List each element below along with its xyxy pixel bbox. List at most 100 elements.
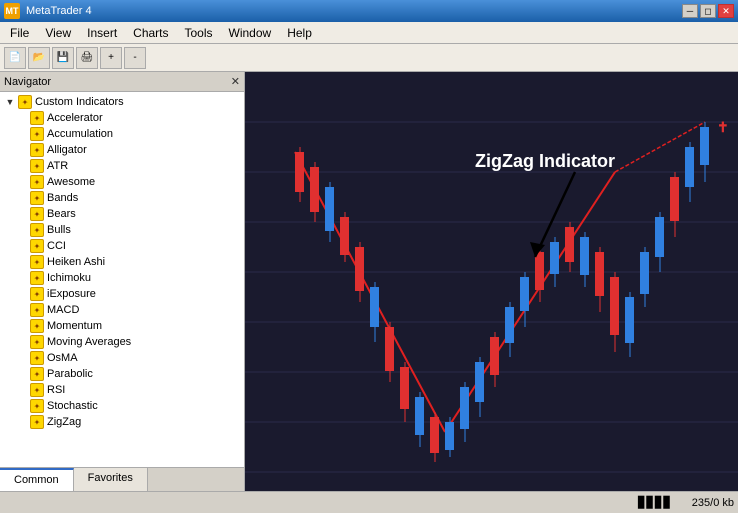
menu-view[interactable]: View xyxy=(37,24,79,42)
menu-bar: File View Insert Charts Tools Window Hel… xyxy=(0,22,738,44)
section-icon: ✦ xyxy=(18,95,32,109)
svg-text:ZigZag Indicator: ZigZag Indicator xyxy=(475,151,615,171)
item-icon: ✦ xyxy=(30,399,44,413)
expand-icon: ▼ xyxy=(4,96,16,108)
nav-item-heiken-ashi[interactable]: ✦ Heiken Ashi xyxy=(0,254,244,270)
custom-indicators-section[interactable]: ▼ ✦ Custom Indicators xyxy=(0,94,244,110)
navigator-tabs: Common Favorites xyxy=(0,467,244,491)
item-label: Stochastic xyxy=(47,400,98,412)
menu-insert[interactable]: Insert xyxy=(79,24,125,42)
toolbar-zoom-out[interactable]: - xyxy=(124,47,146,69)
nav-item-iexposure[interactable]: ✦ iExposure xyxy=(0,286,244,302)
nav-item-parabolic[interactable]: ✦ Parabolic xyxy=(0,366,244,382)
nav-item-cci[interactable]: ✦ CCI xyxy=(0,238,244,254)
nav-item-zigzag[interactable]: ✦ ZigZag xyxy=(0,414,244,430)
item-icon: ✦ xyxy=(30,255,44,269)
navigator-close-button[interactable]: ✕ xyxy=(231,75,240,88)
item-label: Bulls xyxy=(47,224,71,236)
item-label: OsMA xyxy=(47,352,78,364)
nav-item-bears[interactable]: ✦ Bears xyxy=(0,206,244,222)
item-label: Accumulation xyxy=(47,128,113,140)
close-button[interactable]: ✕ xyxy=(718,4,734,18)
app-icon: MT xyxy=(4,3,20,19)
item-icon: ✦ xyxy=(30,383,44,397)
item-icon: ✦ xyxy=(30,143,44,157)
navigator-header: Navigator ✕ xyxy=(0,72,244,92)
item-icon: ✦ xyxy=(30,239,44,253)
restore-button[interactable]: ◻ xyxy=(700,4,716,18)
section-label: Custom Indicators xyxy=(35,96,124,108)
nav-item-atr[interactable]: ✦ ATR xyxy=(0,158,244,174)
navigator-title: Navigator xyxy=(4,76,51,88)
menu-tools[interactable]: Tools xyxy=(177,24,221,42)
toolbar-new[interactable]: 📄 xyxy=(4,47,26,69)
nav-item-osma[interactable]: ✦ OsMA xyxy=(0,350,244,366)
item-icon: ✦ xyxy=(30,127,44,141)
item-label: Bears xyxy=(47,208,76,220)
nav-item-bands[interactable]: ✦ Bands xyxy=(0,190,244,206)
nav-item-accumulation[interactable]: ✦ Accumulation xyxy=(0,126,244,142)
app-title: MetaTrader 4 xyxy=(26,5,92,17)
menu-help[interactable]: Help xyxy=(279,24,320,42)
item-label: Alligator xyxy=(47,144,87,156)
item-icon: ✦ xyxy=(30,159,44,173)
nav-item-ichimoku[interactable]: ✦ Ichimoku xyxy=(0,270,244,286)
item-label: Accelerator xyxy=(47,112,103,124)
item-icon: ✦ xyxy=(30,191,44,205)
item-label: iExposure xyxy=(47,288,96,300)
tab-common[interactable]: Common xyxy=(0,468,74,491)
item-label: Ichimoku xyxy=(47,272,91,284)
tab-favorites[interactable]: Favorites xyxy=(74,468,148,491)
toolbar-zoom-in[interactable]: + xyxy=(100,47,122,69)
nav-item-momentum[interactable]: ✦ Momentum xyxy=(0,318,244,334)
nav-item-rsi[interactable]: ✦ RSI xyxy=(0,382,244,398)
item-icon: ✦ xyxy=(30,367,44,381)
status-bar: ▊▊▊▊ 235/0 kb xyxy=(0,491,738,513)
nav-item-macd[interactable]: ✦ MACD xyxy=(0,302,244,318)
nav-item-accelerator[interactable]: ✦ Accelerator xyxy=(0,110,244,126)
item-label: Heiken Ashi xyxy=(47,256,105,268)
item-icon: ✦ xyxy=(30,111,44,125)
connection-icon: ▊▊▊▊ xyxy=(638,496,672,509)
svg-text:✝: ✝ xyxy=(717,119,729,135)
minimize-button[interactable]: ─ xyxy=(682,4,698,18)
menu-window[interactable]: Window xyxy=(221,24,280,42)
menu-file[interactable]: File xyxy=(2,24,37,42)
item-label: Parabolic xyxy=(47,368,93,380)
item-icon: ✦ xyxy=(30,351,44,365)
chart-svg: ✝ ZigZag Indicator xyxy=(245,72,738,491)
nav-tree[interactable]: ▼ ✦ Custom Indicators ✦ Accelerator ✦ Ac… xyxy=(0,92,244,467)
item-icon: ✦ xyxy=(30,271,44,285)
window-controls[interactable]: ─ ◻ ✕ xyxy=(682,4,734,18)
toolbar: 📄 📂 💾 🖨 + - xyxy=(0,44,738,72)
toolbar-open[interactable]: 📂 xyxy=(28,47,50,69)
menu-charts[interactable]: Charts xyxy=(125,24,176,42)
memory-status: 235/0 kb xyxy=(692,497,734,509)
item-label: ATR xyxy=(47,160,68,172)
nav-item-awesome[interactable]: ✦ Awesome xyxy=(0,174,244,190)
item-icon: ✦ xyxy=(30,335,44,349)
item-label: RSI xyxy=(47,384,65,396)
navigator-panel: Navigator ✕ ▼ ✦ Custom Indicators ✦ Acce… xyxy=(0,72,245,491)
item-icon: ✦ xyxy=(30,319,44,333)
item-icon: ✦ xyxy=(30,175,44,189)
nav-item-moving-averages[interactable]: ✦ Moving Averages xyxy=(0,334,244,350)
nav-item-bulls[interactable]: ✦ Bulls xyxy=(0,222,244,238)
item-label: Awesome xyxy=(47,176,95,188)
item-icon: ✦ xyxy=(30,207,44,221)
item-label: CCI xyxy=(47,240,66,252)
title-bar-left: MT MetaTrader 4 xyxy=(4,3,92,19)
nav-item-alligator[interactable]: ✦ Alligator xyxy=(0,142,244,158)
chart-area: ✝ ZigZag Indicator xyxy=(245,72,738,491)
toolbar-print[interactable]: 🖨 xyxy=(76,47,98,69)
item-label: ZigZag xyxy=(47,416,81,428)
item-label: MACD xyxy=(47,304,79,316)
signal-bars: ▊▊▊▊ xyxy=(638,496,672,509)
item-icon: ✦ xyxy=(30,415,44,429)
toolbar-save[interactable]: 💾 xyxy=(52,47,74,69)
item-icon: ✦ xyxy=(30,303,44,317)
item-label: Momentum xyxy=(47,320,102,332)
item-icon: ✦ xyxy=(30,223,44,237)
nav-item-stochastic[interactable]: ✦ Stochastic xyxy=(0,398,244,414)
title-bar: MT MetaTrader 4 ─ ◻ ✕ xyxy=(0,0,738,22)
